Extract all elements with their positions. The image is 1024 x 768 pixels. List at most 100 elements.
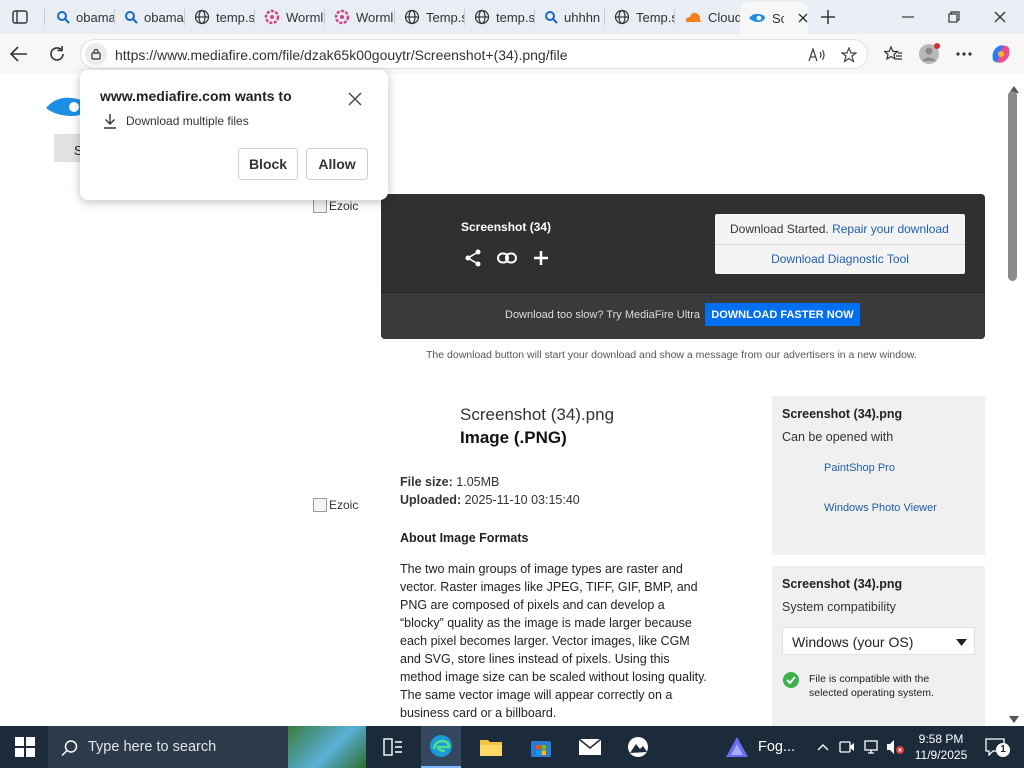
fog-app-icon[interactable] xyxy=(724,734,750,760)
download-slow-text: Download too slow? Try MediaFire Ultra xyxy=(505,309,701,321)
download-faster-bar: Download too slow? Try MediaFire Ultra D… xyxy=(381,292,985,339)
search-icon xyxy=(544,10,558,24)
back-icon[interactable] xyxy=(8,44,30,64)
tab-label: Worml xyxy=(286,9,324,25)
tab-3[interactable]: Worml xyxy=(256,4,324,30)
volume-muted-icon[interactable] xyxy=(882,734,908,760)
about-line: each pixel becomes larger. Vector images… xyxy=(400,634,690,648)
fog-app-label[interactable]: Fog... xyxy=(758,739,795,755)
tab-2[interactable]: temp.s xyxy=(186,4,254,30)
open-with-subtitle: Can be opened with xyxy=(782,430,894,444)
tab-label: Worml xyxy=(356,9,394,25)
tab-4[interactable]: Worml xyxy=(326,4,394,30)
uploaded-label: Uploaded: xyxy=(400,493,462,507)
tab-8[interactable]: Temp.s xyxy=(606,4,674,30)
uploaded-row: Uploaded: 2025-11-10 03:15:40 xyxy=(400,493,580,507)
tab-label: Temp.s xyxy=(426,9,464,25)
search-icon xyxy=(56,10,70,24)
restore-icon[interactable] xyxy=(944,8,964,26)
more-options-icon[interactable] xyxy=(952,44,976,64)
about-line: The two main groups of image types are r… xyxy=(400,562,683,576)
copilot-icon[interactable] xyxy=(988,41,1014,67)
file-explorer-icon[interactable] xyxy=(478,734,504,760)
tab-6[interactable]: temp.s xyxy=(466,4,534,30)
about-line: and SVG, store lines instead of pixels. … xyxy=(400,652,670,666)
app-link-paintshop[interactable]: PaintShop Pro xyxy=(824,462,895,474)
globe-icon xyxy=(474,9,490,25)
check-icon xyxy=(783,672,799,688)
ad-placeholder-1: Ezoic xyxy=(313,198,358,214)
scroll-up-arrow-icon[interactable] xyxy=(1009,80,1019,93)
file-size-label: File size: xyxy=(400,475,453,489)
edge-taskbar-icon[interactable] xyxy=(421,726,461,768)
url-text: https://www.mediafire.com/file/dzak65k00… xyxy=(115,47,568,63)
download-card: Screenshot (34) Download Started. Repair… xyxy=(381,194,985,339)
about-formats-heading: About Image Formats xyxy=(400,531,529,545)
close-icon[interactable] xyxy=(346,90,364,108)
photos-icon[interactable] xyxy=(625,734,651,760)
ad-placeholder-2: Ezoic xyxy=(313,497,358,513)
os-select[interactable]: Windows (your OS) xyxy=(782,627,975,655)
taskbar-search-box[interactable]: Type here to search xyxy=(48,726,288,768)
compat-subtitle: System compatibility xyxy=(782,600,896,614)
tab-actions-icon[interactable] xyxy=(10,8,30,26)
file-size-row: File size: 1.05MB xyxy=(400,475,499,489)
about-line: The same vector image will appear correc… xyxy=(400,688,673,702)
download-disclaimer: The download button will start your down… xyxy=(426,349,917,361)
file-size-value: 1.05MB xyxy=(456,475,500,489)
app-link-photo-viewer[interactable]: Windows Photo Viewer xyxy=(824,502,937,514)
network-icon[interactable] xyxy=(858,734,884,760)
store-icon[interactable] xyxy=(528,734,554,760)
clock[interactable]: 9:58 PM 11/9/2025 xyxy=(910,731,972,763)
tab-10-active[interactable]: Sc xyxy=(740,2,808,34)
task-view-icon[interactable] xyxy=(380,734,406,760)
download-status-box: Download Started. Repair your download D… xyxy=(715,214,965,274)
address-bar[interactable]: https://www.mediafire.com/file/dzak65k00… xyxy=(80,39,868,69)
share-icon[interactable] xyxy=(463,248,483,268)
scrollbar-thumb[interactable] xyxy=(1008,91,1017,281)
tab-label: Cloud xyxy=(708,9,740,25)
add-icon[interactable] xyxy=(531,248,551,268)
mail-icon[interactable] xyxy=(577,734,603,760)
cloudflare-icon xyxy=(684,11,702,23)
windows-start-icon[interactable] xyxy=(12,734,38,760)
tab-0[interactable]: obama xyxy=(48,4,114,30)
download-status-text: Download Started. xyxy=(730,222,829,236)
new-tab-icon[interactable] xyxy=(818,7,838,27)
close-window-icon[interactable] xyxy=(990,8,1010,26)
allow-button[interactable]: Allow xyxy=(306,148,368,180)
clock-date: 11/9/2025 xyxy=(914,748,968,762)
minimize-icon[interactable] xyxy=(898,8,918,26)
site-info-icon[interactable] xyxy=(85,43,107,65)
tab-5[interactable]: Temp.s xyxy=(396,4,464,30)
download-faster-button[interactable]: DOWNLOAD FASTER NOW xyxy=(705,303,860,326)
tab-9[interactable]: Cloud xyxy=(676,4,740,30)
open-with-title: Screenshot (34).png xyxy=(782,407,903,421)
webcam-icon[interactable] xyxy=(834,734,860,760)
uploaded-value: 2025-11-10 03:15:40 xyxy=(464,493,580,507)
about-line: method image size can be scaled without … xyxy=(400,670,707,684)
compatibility-panel: Screenshot (34).png System compatibility… xyxy=(772,566,985,726)
diagnostic-tool-link[interactable]: Download Diagnostic Tool xyxy=(715,252,965,266)
tab-label: temp.s xyxy=(496,9,534,25)
scroll-down-arrow-icon[interactable] xyxy=(1009,710,1019,723)
read-aloud-icon[interactable] xyxy=(807,46,827,64)
compat-message-line: selected operating system. xyxy=(809,687,934,699)
repair-download-link[interactable]: Repair your download xyxy=(832,222,949,236)
tab-label: temp.s xyxy=(216,9,254,25)
copy-link-icon[interactable] xyxy=(496,248,518,268)
broken-image-icon xyxy=(313,498,327,512)
show-hidden-icons-chevron-icon[interactable] xyxy=(810,734,836,760)
ad-alt-text: Ezoic xyxy=(329,498,359,512)
profile-avatar-icon[interactable] xyxy=(917,42,941,66)
download-permission-dialog: www.mediafire.com wants to Download mult… xyxy=(80,70,388,200)
tab-7[interactable]: uhhhn xyxy=(536,4,604,30)
tab-1[interactable]: obama xyxy=(116,4,184,30)
compat-message-line: File is compatible with the xyxy=(809,673,930,685)
close-tab-icon[interactable] xyxy=(798,13,808,23)
block-button[interactable]: Block xyxy=(238,148,298,180)
favorites-icon[interactable] xyxy=(882,44,904,64)
favorite-star-icon[interactable] xyxy=(839,46,859,64)
refresh-icon[interactable] xyxy=(46,44,68,64)
globe-icon xyxy=(614,9,630,25)
